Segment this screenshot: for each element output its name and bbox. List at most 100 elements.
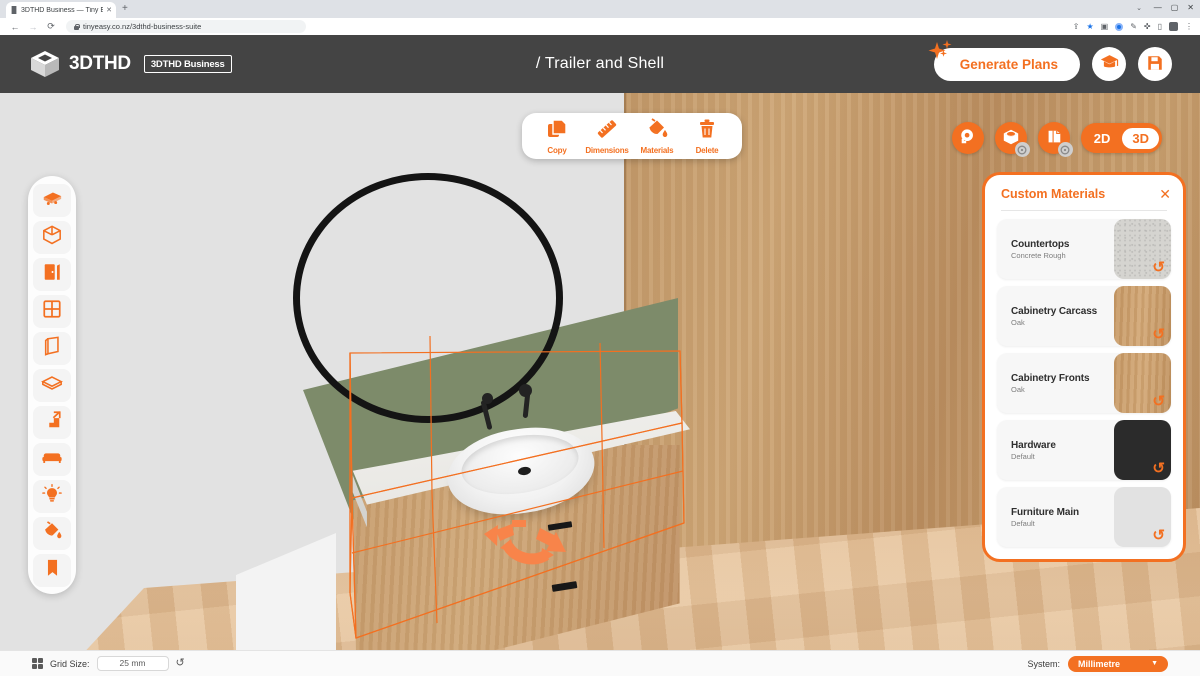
reset-icon[interactable]: ↺ <box>1152 327 1165 342</box>
tab-close-icon[interactable]: ✕ <box>106 6 112 14</box>
bookmark-icon <box>45 558 60 583</box>
cube-icon <box>42 224 62 250</box>
floppy-disk-icon <box>1146 54 1164 75</box>
generate-plans-button[interactable]: Generate Plans <box>928 39 1080 81</box>
browser-tabstrip: 3DTHD Business — Tiny Easy - T ✕ + ⌄ — ▢… <box>0 0 1200 18</box>
window-icon <box>42 299 62 324</box>
new-tab-button[interactable]: + <box>122 4 128 14</box>
material-swatch[interactable]: ↺ <box>1114 219 1171 279</box>
sidebar-item-window[interactable] <box>33 294 71 328</box>
address-bar[interactable]: tinyeasy.co.nz/3dthd-business-suite <box>66 20 306 33</box>
panel-divider <box>1001 210 1167 211</box>
avatar[interactable] <box>1169 22 1178 31</box>
materials-action[interactable]: Materials <box>634 117 680 155</box>
reset-icon[interactable]: ↺ <box>1152 260 1165 275</box>
scene-tap-mixer-head <box>519 384 532 397</box>
sidebar-item-shell[interactable] <box>33 220 71 254</box>
chevron-down-icon[interactable]: ⌄ <box>1136 4 1142 12</box>
material-swatch[interactable]: ↺ <box>1114 353 1171 413</box>
close-icon[interactable]: ✕ <box>1159 187 1171 201</box>
material-swatch[interactable]: ↺ <box>1114 487 1171 547</box>
sparkle-icon <box>928 39 958 67</box>
toggle-option-3d[interactable]: 3D <box>1122 127 1159 149</box>
sidebar-item-door[interactable] <box>33 257 71 291</box>
chevron-down-icon: ▼ <box>1151 660 1158 667</box>
material-row-furniture-main[interactable]: Furniture Main Default ↺ <box>997 487 1171 547</box>
reset-icon[interactable]: ↺ <box>1152 528 1165 543</box>
sidebar-item-trailer[interactable] <box>33 183 71 217</box>
window-maximize-icon[interactable]: ▢ <box>1171 4 1179 12</box>
material-row-hardware[interactable]: Hardware Default ↺ <box>997 420 1171 480</box>
material-text: Cabinetry Fronts Oak <box>997 373 1114 394</box>
gear-icon <box>1057 142 1073 157</box>
shell-view-button[interactable] <box>994 122 1030 157</box>
split-screen-icon[interactable]: ▯ <box>1158 22 1162 31</box>
profile-indicator-icon[interactable] <box>1115 22 1124 31</box>
material-swatch[interactable]: ↺ <box>1114 286 1171 346</box>
browser-menu-icon[interactable]: ⋮ <box>1185 22 1193 31</box>
unit-system-group: System: Millimetre ▼ <box>1027 655 1200 672</box>
material-row-cabinetry-fronts[interactable]: Cabinetry Fronts Oak ↺ <box>997 353 1171 413</box>
unit-system-select[interactable]: Millimetre ▼ <box>1068 655 1168 672</box>
gear-icon <box>1014 142 1030 157</box>
sidebar-item-bookmark[interactable] <box>33 553 71 587</box>
pen-icon[interactable]: ✎ <box>1130 22 1137 31</box>
material-row-countertops[interactable]: Countertops Concrete Rough ↺ <box>997 219 1171 279</box>
material-name: Furniture Main <box>1011 506 1080 518</box>
material-value: Oak <box>1011 384 1025 394</box>
camera-icon[interactable]: ▣ <box>1101 22 1109 31</box>
dimension-toggle[interactable]: 2D 3D <box>1080 123 1162 153</box>
material-swatch[interactable]: ↺ <box>1114 420 1171 480</box>
sidebar-item-materials[interactable] <box>33 516 71 550</box>
grid-size-label: Grid Size: <box>50 658 90 669</box>
bookmark-star-icon[interactable]: ★ <box>1086 22 1093 31</box>
material-name: Hardware <box>1011 439 1056 451</box>
measure-tape-button[interactable] <box>951 122 984 154</box>
sidebar-item-floor[interactable] <box>33 368 71 402</box>
sidebar-item-wall[interactable] <box>33 331 71 365</box>
material-text: Furniture Main Default <box>997 507 1114 528</box>
sofa-icon <box>41 449 63 470</box>
sidebar-item-furniture[interactable] <box>33 442 71 476</box>
browser-tab[interactable]: 3DTHD Business — Tiny Easy - T ✕ <box>6 2 116 18</box>
reset-icon[interactable]: ↺ <box>1152 394 1165 409</box>
window-minimize-icon[interactable]: — <box>1154 4 1162 12</box>
nav-buttons: ← → ⟳ <box>0 21 60 32</box>
wall-panel-icon <box>43 335 62 361</box>
material-row-cabinetry-carcass[interactable]: Cabinetry Carcass Oak ↺ <box>997 286 1171 346</box>
share-icon[interactable]: ⇪ <box>1073 22 1080 31</box>
panel-header: Custom Materials ✕ <box>995 185 1173 201</box>
learn-button[interactable] <box>1092 47 1126 81</box>
sidebar-item-stairs[interactable] <box>33 405 71 439</box>
delete-label: Delete <box>695 145 719 155</box>
transform-gizmo[interactable] <box>470 508 590 598</box>
grid-reset-icon[interactable]: ↺ <box>176 658 185 669</box>
paint-bucket-icon <box>646 117 668 145</box>
window-controls: — ▢ ✕ <box>1154 4 1194 12</box>
reload-icon[interactable]: ⟳ <box>42 21 60 32</box>
save-button[interactable] <box>1138 47 1172 81</box>
delete-action[interactable]: Delete <box>684 118 730 155</box>
reset-icon[interactable]: ↺ <box>1152 461 1165 476</box>
material-value: Default <box>1011 451 1035 461</box>
tab-favicon <box>11 6 17 14</box>
forward-icon[interactable]: → <box>24 22 42 32</box>
copy-label: Copy <box>547 145 567 155</box>
tab-title: 3DTHD Business — Tiny Easy - T <box>21 6 104 14</box>
sidebar-item-lighting[interactable] <box>33 479 71 513</box>
copy-action[interactable]: Copy <box>534 118 580 155</box>
toggle-option-2d[interactable]: 2D <box>1084 128 1121 149</box>
custom-materials-panel: Custom Materials ✕ Countertops Concrete … <box>982 172 1186 562</box>
address-bar-url: tinyeasy.co.nz/3dthd-business-suite <box>83 22 202 31</box>
back-icon[interactable]: ← <box>6 22 24 32</box>
header-actions: Generate Plans <box>928 39 1200 81</box>
material-name: Cabinetry Fronts <box>1011 372 1090 384</box>
window-close-icon[interactable]: ✕ <box>1187 4 1194 12</box>
material-value: Concrete Rough <box>1011 250 1066 260</box>
grid-size-input[interactable]: 25 mm <box>96 656 169 671</box>
material-text: Cabinetry Carcass Oak <box>997 306 1114 327</box>
model-view-button[interactable] <box>1037 122 1073 157</box>
app-header: 3DTHD 3DTHD Business / Trailer and Shell… <box>0 35 1200 93</box>
dimensions-action[interactable]: Dimensions <box>584 118 630 155</box>
extensions-icon[interactable]: ✜ <box>1144 22 1151 31</box>
